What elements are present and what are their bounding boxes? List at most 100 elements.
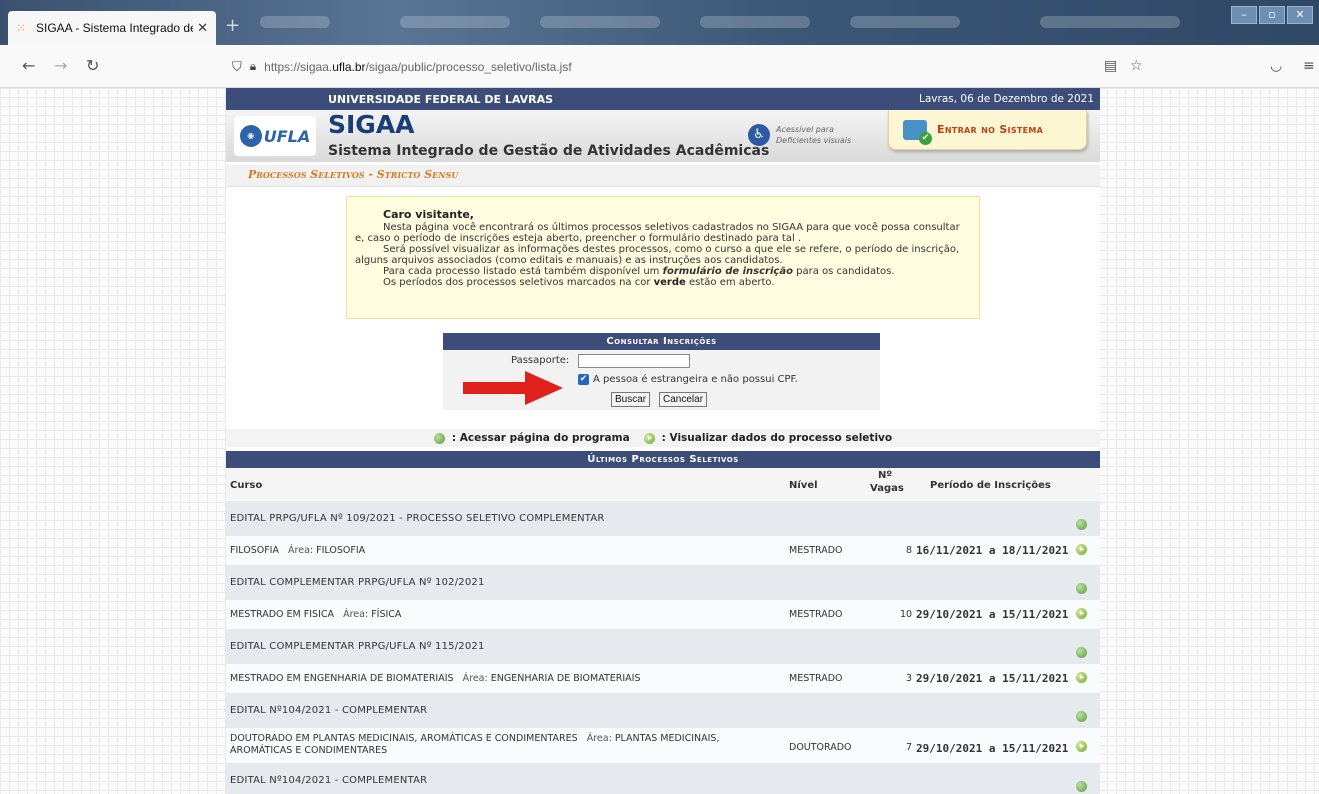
header-main: ◉ UFLA SIGAA Sistema Integrado de Gestão… — [226, 110, 1100, 162]
close-window-icon[interactable]: ✕ — [1287, 6, 1313, 24]
accessibility-link[interactable]: ♿︎ Acessível para Deficientes visuais — [748, 124, 851, 146]
info-greeting: Caro visitante, — [383, 208, 474, 221]
view-process-icon[interactable] — [1076, 544, 1087, 555]
program-page-icon[interactable] — [1076, 647, 1087, 658]
red-arrow-annotation — [463, 371, 563, 405]
back-icon[interactable]: ← — [22, 56, 35, 75]
header-top-bar: UNIVERSIDADE FEDERAL DE LAVRAS Lavras, 0… — [226, 88, 1100, 110]
course-vagas: 10 — [900, 609, 913, 620]
col-periodo: Período de Inscrições — [930, 480, 1051, 491]
reload-icon[interactable]: ↻ — [86, 56, 99, 75]
col-vagas-top: Nº — [878, 470, 893, 481]
globe-icon: ◉ — [239, 125, 262, 147]
passport-input[interactable] — [578, 354, 690, 368]
app-subtitle: Sistema Integrado de Gestão de Atividade… — [328, 143, 770, 159]
window-controls: – ▫ ✕ — [1231, 6, 1313, 24]
login-icon — [903, 119, 932, 145]
course-area: ENGENHARIA DE BIOMATERIAIS — [490, 673, 641, 684]
process-list: EDITAL PRPG/UFLA Nº 109/2021 - PROCESSO … — [226, 500, 1100, 794]
ufla-logo[interactable]: ◉ UFLA — [234, 116, 316, 156]
university-name: UNIVERSIDADE FEDERAL DE LAVRAS — [328, 92, 554, 106]
course-area: FÍSICA — [371, 609, 402, 620]
cancel-button[interactable]: Cancelar — [659, 392, 708, 407]
background-tab[interactable] — [260, 16, 330, 28]
program-page-icon[interactable] — [1076, 583, 1087, 594]
table-row: EDITAL Nº104/2021 - COMPLEMENTAR — [226, 762, 1100, 794]
login-button[interactable]: Entrar no Sistema — [888, 110, 1087, 150]
menu-icon[interactable]: ≡ — [1303, 58, 1315, 74]
checkbox-label: A pessoa é estrangeira e não possui CPF. — [593, 374, 798, 385]
view-process-icon[interactable] — [1076, 608, 1087, 619]
course-period: 16/11/2021 a 18/11/2021 — [916, 544, 1069, 557]
foreigner-checkbox[interactable]: ✔ — [578, 374, 589, 385]
info-paragraph-4: Os períodos dos processos seletivos marc… — [383, 277, 775, 288]
url-path: /sigaa/public/processo_seletivo/lista.js… — [365, 59, 572, 74]
search-button[interactable]: Buscar — [611, 392, 651, 407]
new-tab-icon[interactable]: + — [225, 15, 240, 36]
course-level: MESTRADO — [789, 545, 843, 556]
url-prefix: https://sigaa. — [264, 59, 333, 74]
passport-label: Passaporte: — [511, 355, 570, 366]
access-line2: Deficientes visuais — [776, 136, 852, 145]
icon-legend: : Acessar página do programa : Visualiza… — [226, 429, 1100, 447]
maximize-icon[interactable]: ▫ — [1259, 6, 1285, 24]
background-tab[interactable] — [400, 16, 510, 28]
info-paragraph-3: Para cada processo listado está também d… — [383, 266, 895, 277]
view-process-icon[interactable] — [1076, 672, 1087, 683]
sigaa-container: UNIVERSIDADE FEDERAL DE LAVRAS Lavras, 0… — [226, 88, 1100, 794]
accessibility-icon: ♿︎ — [748, 124, 770, 146]
close-tab-icon[interactable]: ✕ — [197, 20, 208, 36]
course-level: DOUTORADO — [789, 742, 852, 753]
url-field[interactable]: ⛉ 🔒︎ https://sigaa. ufla.br/sigaa/public/… — [222, 53, 1102, 80]
bookmark-star-icon[interactable]: ☆ — [1130, 58, 1143, 74]
lock-icon[interactable]: 🔒︎ — [250, 59, 256, 74]
course-vagas: 8 — [905, 545, 912, 556]
pocket-icon[interactable]: ◡ — [1270, 58, 1282, 74]
program-page-icon[interactable] — [1076, 519, 1087, 530]
edital-title: EDITAL PRPG/UFLA Nº 109/2021 - PROCESSO … — [230, 513, 605, 524]
course-period: 29/10/2021 a 15/11/2021 — [916, 742, 1069, 755]
course-name: MESTRADO EM FISICA — [230, 609, 335, 620]
minimize-icon[interactable]: – — [1231, 6, 1257, 24]
course-vagas: 7 — [905, 742, 912, 753]
browser-tab[interactable]: ⁙ SIGAA - Sistema Integrado de G ✕ — [8, 11, 216, 45]
course-level: MESTRADO — [789, 673, 843, 684]
table-row: EDITAL COMPLEMENTAR PRPG/UFLA Nº 102/202… — [226, 564, 1100, 600]
edital-title: EDITAL Nº104/2021 - COMPLEMENTAR — [230, 705, 428, 716]
table-row: MESTRADO EM ENGENHARIA DE BIOMATERIAIS Á… — [226, 664, 1100, 692]
forward-icon[interactable]: → — [54, 56, 67, 75]
legend-program: : Acessar página do programa — [451, 432, 630, 444]
background-tab[interactable] — [850, 16, 960, 28]
edital-title: EDITAL COMPLEMENTAR PRPG/UFLA Nº 102/202… — [230, 577, 485, 588]
col-curso: Curso — [230, 480, 263, 491]
table-row: FILOSOFIA Área: FILOSOFIA MESTRADO 8 16/… — [226, 536, 1100, 564]
background-tab[interactable] — [1040, 16, 1180, 28]
breadcrumb: Processos Seletivos - Stricto Sensu — [226, 165, 1100, 187]
course-vagas: 3 — [905, 673, 912, 684]
info-paragraph-2: Será possível visualizar as informações … — [355, 244, 960, 266]
access-line1: Acessível para — [776, 125, 834, 134]
program-page-icon[interactable] — [1076, 711, 1087, 722]
background-tab[interactable] — [700, 16, 810, 28]
info-paragraph-1: Nesta página você encontrará os últimos … — [355, 222, 960, 244]
background-tab[interactable] — [540, 16, 660, 28]
edital-title: EDITAL COMPLEMENTAR PRPG/UFLA Nº 115/202… — [230, 641, 485, 652]
info-box: Caro visitante, Nesta página você encont… — [346, 196, 980, 319]
app-title: SIGAA — [328, 110, 415, 139]
url-domain: ufla.br — [332, 59, 366, 74]
course-name: DOUTORADO EM PLANTAS MEDICINAIS, AROMÁTI… — [230, 733, 578, 744]
program-page-icon[interactable] — [1076, 781, 1087, 792]
course-name: MESTRADO EM ENGENHARIA DE BIOMATERIAIS — [230, 673, 454, 684]
reader-mode-icon[interactable]: ▤ — [1104, 58, 1117, 74]
table-row: EDITAL COMPLEMENTAR PRPG/UFLA Nº 115/202… — [226, 628, 1100, 664]
col-nivel: Nível — [789, 480, 818, 491]
view-process-icon[interactable] — [1076, 741, 1087, 752]
logo-text: UFLA — [263, 126, 311, 146]
course-period: 29/10/2021 a 15/11/2021 — [916, 672, 1069, 685]
table-row: MESTRADO EM FISICA Área: FÍSICA MESTRADO… — [226, 600, 1100, 628]
table-header: Curso Nível Nº Vagas Período de Inscriçõ… — [226, 468, 1100, 500]
table-row: EDITAL Nº104/2021 - COMPLEMENTAR — [226, 692, 1100, 728]
shield-icon[interactable]: ⛉ — [232, 59, 242, 75]
program-page-icon — [433, 432, 445, 444]
page-background: UNIVERSIDADE FEDERAL DE LAVRAS Lavras, 0… — [0, 88, 1319, 794]
